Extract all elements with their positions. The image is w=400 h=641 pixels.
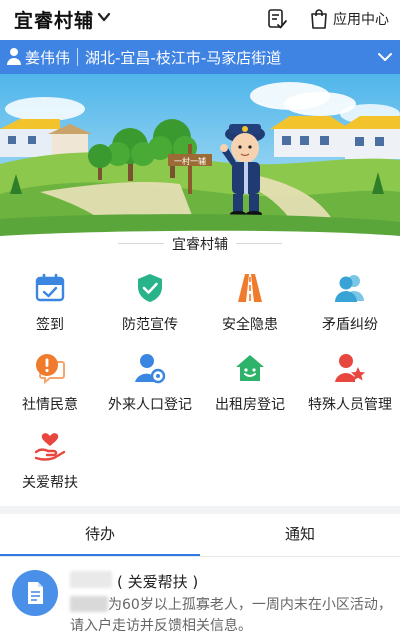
chevron-down-icon[interactable] bbox=[96, 9, 112, 25]
calendar-check-icon bbox=[35, 273, 65, 302]
house-smile-icon bbox=[236, 355, 264, 381]
redacted-text bbox=[70, 596, 108, 612]
grid-item-care-support[interactable]: 关爱帮扶 bbox=[0, 430, 100, 500]
banner-illustration: 一村一辅 bbox=[0, 74, 400, 236]
section-divider bbox=[0, 506, 400, 514]
grid-item-prevention[interactable]: 防范宣传 bbox=[100, 272, 200, 342]
task-description: 为60岁以上孤寡老人，一周内末在小区活动，请入户走访并反馈相关信息。 bbox=[70, 595, 395, 637]
divider bbox=[236, 243, 282, 244]
village-houses-right bbox=[270, 116, 400, 159]
grid-item-safety-hazard[interactable]: 安全隐患 bbox=[200, 272, 300, 342]
section-header: 宜睿村辅 bbox=[0, 232, 400, 256]
grid-item-label: 社情民意 bbox=[22, 397, 78, 413]
signpost-text: 一村一辅 bbox=[174, 156, 206, 166]
grid-item-label: 外来人口登记 bbox=[108, 397, 192, 413]
speech-alert-icon bbox=[36, 354, 65, 384]
grid-item-label: 签到 bbox=[36, 317, 64, 333]
grid-item-disputes[interactable]: 矛盾纠纷 bbox=[300, 272, 400, 342]
grid-item-public-opinion[interactable]: 社情民意 bbox=[0, 352, 100, 422]
user-name: 姜伟伟 bbox=[25, 49, 71, 67]
app-title[interactable]: 宜睿村辅 bbox=[14, 6, 94, 33]
grid-item-label: 防范宣传 bbox=[122, 317, 178, 333]
location-bar[interactable]: 姜伟伟 湖北-宜昌-枝江市-马家店街道 bbox=[0, 40, 400, 74]
todo-list-item[interactable]: ( 关爱帮扶 ) 为60岁以上孤寡老人，一周内末在小区活动，请入户走访并反馈相关… bbox=[0, 562, 400, 641]
section-title: 宜睿村辅 bbox=[172, 237, 228, 253]
grid-item-label: 特殊人员管理 bbox=[308, 397, 392, 413]
edit-checklist-icon[interactable] bbox=[266, 8, 288, 30]
tab-bar: 待办 通知 bbox=[0, 514, 400, 558]
document-icon bbox=[28, 582, 43, 604]
chevron-down-icon[interactable] bbox=[377, 50, 393, 64]
task-person-name-redacted bbox=[70, 571, 112, 588]
grid-item-sign-in[interactable]: 签到 bbox=[0, 272, 100, 342]
grid-item-label: 出租房登记 bbox=[215, 397, 285, 413]
app-center-link[interactable]: 应用中心 bbox=[333, 9, 389, 29]
top-bar: 宜睿村辅 应用中心 bbox=[0, 0, 400, 38]
person-gear-icon bbox=[135, 354, 166, 384]
task-icon-circle bbox=[12, 570, 58, 616]
location-text[interactable]: 湖北-宜昌-枝江市-马家店街道 bbox=[85, 47, 281, 68]
shopping-bag-icon[interactable] bbox=[309, 8, 329, 30]
divider bbox=[0, 556, 400, 557]
task-category: ( 关爱帮扶 ) bbox=[117, 573, 199, 591]
grid-item-special-personnel[interactable]: 特殊人员管理 bbox=[300, 352, 400, 422]
tab-notifications[interactable]: 通知 bbox=[200, 514, 400, 558]
grid-item-label: 矛盾纠纷 bbox=[322, 317, 378, 333]
grid-item-label: 关爱帮扶 bbox=[22, 475, 78, 491]
road-icon bbox=[238, 274, 262, 302]
task-description-text: 为60岁以上孤寡老人，一周内末在小区活动，请入户走访并反馈相关信息。 bbox=[70, 597, 392, 634]
grid-item-migrant-registration[interactable]: 外来人口登记 bbox=[100, 352, 200, 422]
shield-check-icon bbox=[138, 274, 162, 302]
user-icon bbox=[7, 48, 21, 65]
hand-heart-icon bbox=[34, 433, 66, 461]
people-icon bbox=[335, 275, 364, 302]
divider bbox=[77, 48, 78, 66]
tab-todo[interactable]: 待办 bbox=[0, 514, 200, 558]
grid-item-label: 安全隐患 bbox=[222, 317, 278, 333]
person-star-icon bbox=[335, 354, 365, 382]
grid-item-rental-registration[interactable]: 出租房登记 bbox=[200, 352, 300, 422]
